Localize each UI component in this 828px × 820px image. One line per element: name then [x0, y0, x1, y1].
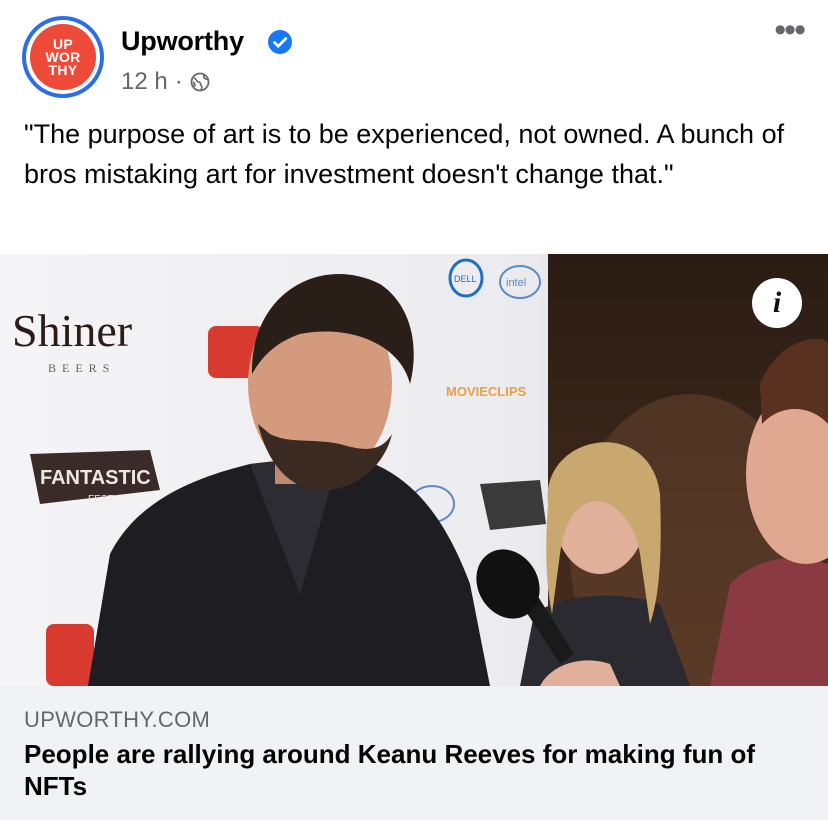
globe-icon — [190, 72, 210, 92]
post-image[interactable]: Shiner BEERS FANTASTIC FEST MOVIECLIPS D… — [0, 254, 828, 686]
page-name[interactable]: Upworthy — [121, 26, 244, 57]
backdrop-logo-movieclips: MOVIECLIPS — [446, 384, 527, 399]
link-title[interactable]: People are rallying around Keanu Reeves … — [24, 738, 794, 802]
svg-text:FANTASTIC: FANTASTIC — [40, 467, 151, 489]
backdrop-logo-shiner: Shiner — [12, 305, 132, 356]
verified-badge-icon — [268, 30, 292, 54]
logo-line-3: THY — [48, 61, 78, 78]
svg-text:FEST: FEST — [88, 494, 114, 505]
info-icon[interactable]: i — [752, 278, 802, 328]
post-header: UP WOR THY Upworthy 12 h · ••• — [0, 0, 828, 110]
backdrop-logo-intel: intel — [506, 277, 526, 289]
meta-separator: · — [174, 68, 183, 95]
upworthy-logo: UP WOR THY — [30, 24, 96, 90]
link-preview[interactable]: UPWORTHY.COM People are rallying around … — [0, 686, 828, 820]
backdrop-logo-beers: BEERS — [48, 361, 115, 375]
more-options-icon[interactable]: ••• — [774, 13, 806, 47]
event-photo: Shiner BEERS FANTASTIC FEST MOVIECLIPS D… — [0, 254, 828, 686]
link-domain: UPWORTHY.COM — [24, 707, 211, 732]
post-meta: 12 h · — [121, 68, 210, 96]
post-text: "The purpose of art is to be experienced… — [24, 119, 785, 189]
page-avatar[interactable]: UP WOR THY — [22, 16, 104, 98]
post-time[interactable]: 12 h — [121, 68, 168, 96]
backdrop-logo-dell: DELL — [454, 274, 477, 284]
